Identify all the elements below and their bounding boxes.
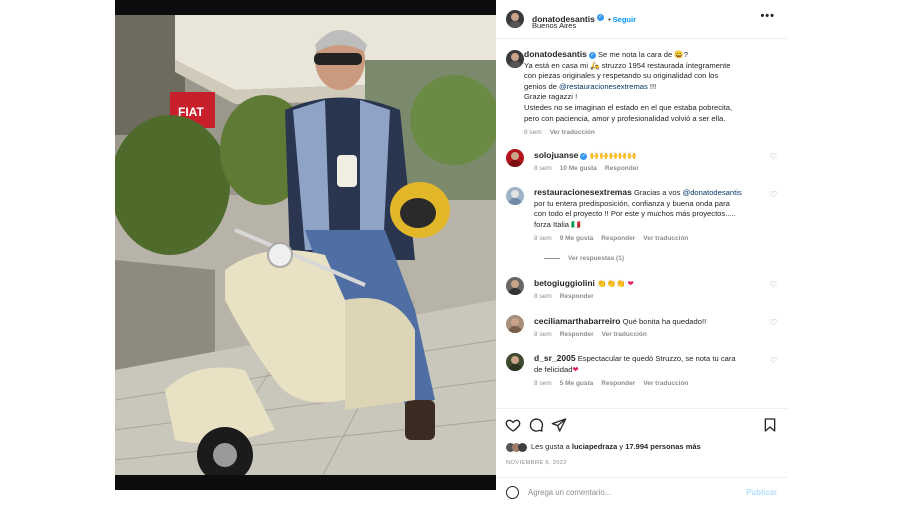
caption-line: Ya está en casa mi 🛵 struzzo 1954 restau… <box>524 60 731 70</box>
comment-likes[interactable]: 9 Me gusta <box>560 235 594 242</box>
reply-button[interactable]: Responder <box>560 293 594 300</box>
scooter-photo-illustration: FIAT <box>115 0 496 490</box>
comment-time: 8 sem <box>534 331 552 338</box>
translate-link[interactable]: Ver traducción <box>643 380 688 387</box>
like-comment-heart-icon[interactable]: ♡ <box>770 152 777 161</box>
comment-time: 8 sem <box>534 235 552 242</box>
view-replies-link[interactable]: Ver respuestas (1) <box>544 255 632 262</box>
caption-time: 8 sem <box>524 129 542 137</box>
caption-line: Se me nota la cara de 😀? <box>597 50 689 59</box>
verified-icon: ✓ <box>580 152 588 160</box>
translate-link[interactable]: Ver traducción <box>602 331 647 338</box>
comment-mention-link[interactable]: @donatodesantis <box>682 188 741 197</box>
comment-time: 8 sem <box>534 165 552 172</box>
reply-button[interactable]: Responder <box>601 235 635 242</box>
comment-time: 8 sem <box>534 380 552 387</box>
more-options-icon[interactable]: ••• <box>760 10 775 22</box>
caption-username[interactable]: donatodesantis <box>524 49 587 59</box>
post-actions-bar: Les gusta a luciapedraza y 17.994 person… <box>496 408 787 507</box>
comment-text: por tu entera predisposición, confianza … <box>534 198 730 208</box>
comment-username[interactable]: d_sr_2005 <box>534 353 576 363</box>
caption-text: donatodesantis ✓ Se me nota la cara de 😀?… <box>524 49 769 139</box>
caption-line: !!! <box>647 81 657 91</box>
like-heart-icon[interactable] <box>505 417 521 433</box>
publish-button[interactable]: Publicar <box>746 488 777 497</box>
verified-icon: ✓ <box>596 14 604 22</box>
share-send-icon[interactable] <box>551 417 567 433</box>
post-photo[interactable]: FIAT <box>115 0 496 490</box>
comment-text: forza Italia 🇮🇹 <box>534 219 581 229</box>
comment-text: Espectacular te quedó Struzzo, se nota t… <box>577 354 736 363</box>
comment-username[interactable]: restauracionesextremas <box>534 187 632 197</box>
comment-time: 8 sem <box>534 293 552 300</box>
like-comment-heart-icon[interactable]: ♡ <box>770 356 777 365</box>
comment-text: 🙌🙌🙌🙌🙌 <box>589 151 637 160</box>
avatar[interactable] <box>506 315 524 333</box>
caption-line: genios de <box>524 81 560 91</box>
avatar[interactable] <box>506 277 524 295</box>
bookmark-save-icon[interactable] <box>762 417 778 433</box>
caption-avatar[interactable] <box>506 50 524 68</box>
reply-button[interactable]: Responder <box>560 331 594 338</box>
like-comment-heart-icon[interactable]: ♡ <box>770 190 777 199</box>
avatar[interactable] <box>506 187 524 205</box>
comment-text: 👏👏👏 <box>597 279 626 288</box>
follow-button[interactable]: Seguir <box>613 15 636 24</box>
liker-username[interactable]: luciapedraza <box>572 442 617 451</box>
like-comment-heart-icon[interactable]: ♡ <box>770 280 777 289</box>
likes-prefix: Les gusta a <box>531 442 572 451</box>
comment-likes[interactable]: 5 Me gusta <box>560 380 594 387</box>
avatar[interactable] <box>506 149 524 167</box>
reply-button[interactable]: Responder <box>601 380 635 387</box>
post-side-panel: donatodesantis ✓ • Seguir Buenos Aires ••… <box>496 0 787 506</box>
caption-line: Ustedes no se imaginan el estado en el q… <box>524 102 733 112</box>
caption-line: pero con paciencia, amor y profesionalid… <box>524 113 726 123</box>
view-replies-label: Ver respuestas (1) <box>568 255 625 262</box>
comment-username[interactable]: solojuanse <box>534 150 578 160</box>
add-comment-input[interactable]: Agrega un comentario... <box>528 488 611 497</box>
red-heart-icon: ❤ <box>572 364 579 374</box>
translate-link[interactable]: Ver traducción <box>643 235 688 242</box>
caption-mention-link[interactable]: @restauracionesextremas <box>559 82 648 91</box>
caption-line: Grazie ragazzi ! <box>524 92 578 102</box>
like-comment-heart-icon[interactable]: ♡ <box>770 318 777 327</box>
emoji-picker-icon[interactable] <box>506 486 519 499</box>
red-heart-icon: ❤ <box>627 279 634 288</box>
add-comment-bar: Agrega un comentario... Publicar <box>496 477 787 508</box>
comment-text: con todo el proyecto !! Por este y mucho… <box>534 209 736 219</box>
likes-summary[interactable]: Les gusta a luciapedraza y 17.994 person… <box>506 442 701 452</box>
comment-username[interactable]: betogiuggiolini <box>534 278 595 288</box>
verified-icon: ✓ <box>588 51 596 59</box>
liker-avatar <box>518 442 527 452</box>
comment-text: Qué bonita ha quedado!! <box>622 317 707 326</box>
post-date: NOVIEMBRE 6, 2022 <box>506 460 567 466</box>
translate-link[interactable]: Ver traducción <box>550 129 595 136</box>
post-header: donatodesantis ✓ • Seguir Buenos Aires ••… <box>496 0 787 39</box>
comment-bubble-icon[interactable] <box>528 417 544 433</box>
avatar[interactable] <box>506 353 524 371</box>
reply-button[interactable]: Responder <box>605 165 639 172</box>
comment-text: Gracias a vos <box>633 188 683 197</box>
avatar[interactable] <box>506 10 524 28</box>
caption-line: con piezas originales y respetando su or… <box>524 71 719 81</box>
likes-count[interactable]: 17.994 personas más <box>625 442 700 451</box>
post-location[interactable]: Buenos Aires <box>532 21 576 30</box>
comment-text: de felicidad <box>534 364 573 374</box>
comment-username[interactable]: ceciliamarthabarreiro <box>534 316 620 326</box>
comment-likes[interactable]: 10 Me gusta <box>560 165 597 172</box>
